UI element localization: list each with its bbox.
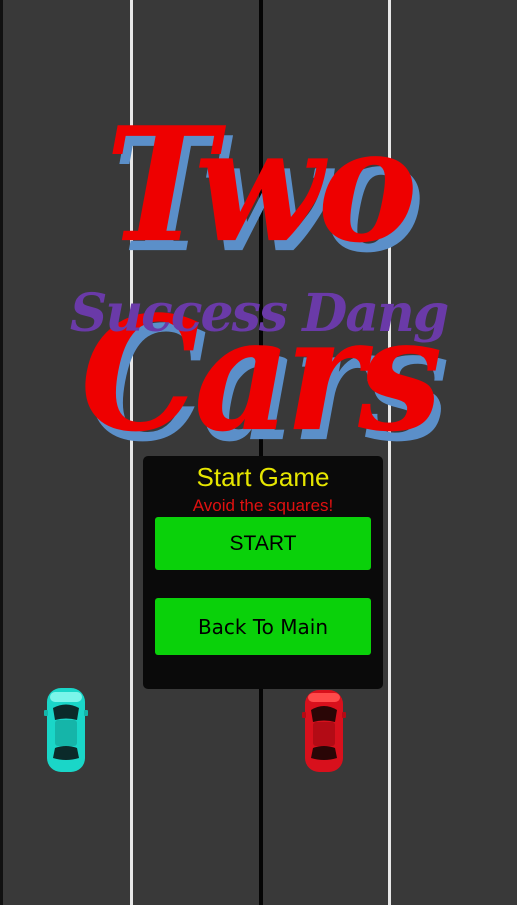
menu-subtitle: Avoid the squares!: [192, 496, 334, 515]
game-title: Two Cars: [80, 93, 442, 467]
game-subtitle: Success Dang: [69, 283, 449, 344]
start-menu: Start Game Avoid the squares! START Back…: [143, 456, 383, 689]
left-car: [44, 688, 88, 772]
game-logo: Two Cars Two Cars: [0, 93, 517, 477]
start-button[interactable]: START: [155, 517, 371, 570]
right-car: [302, 690, 346, 772]
back-to-main-button[interactable]: Back To Main: [155, 598, 371, 655]
menu-title: Start Game: [196, 462, 330, 492]
